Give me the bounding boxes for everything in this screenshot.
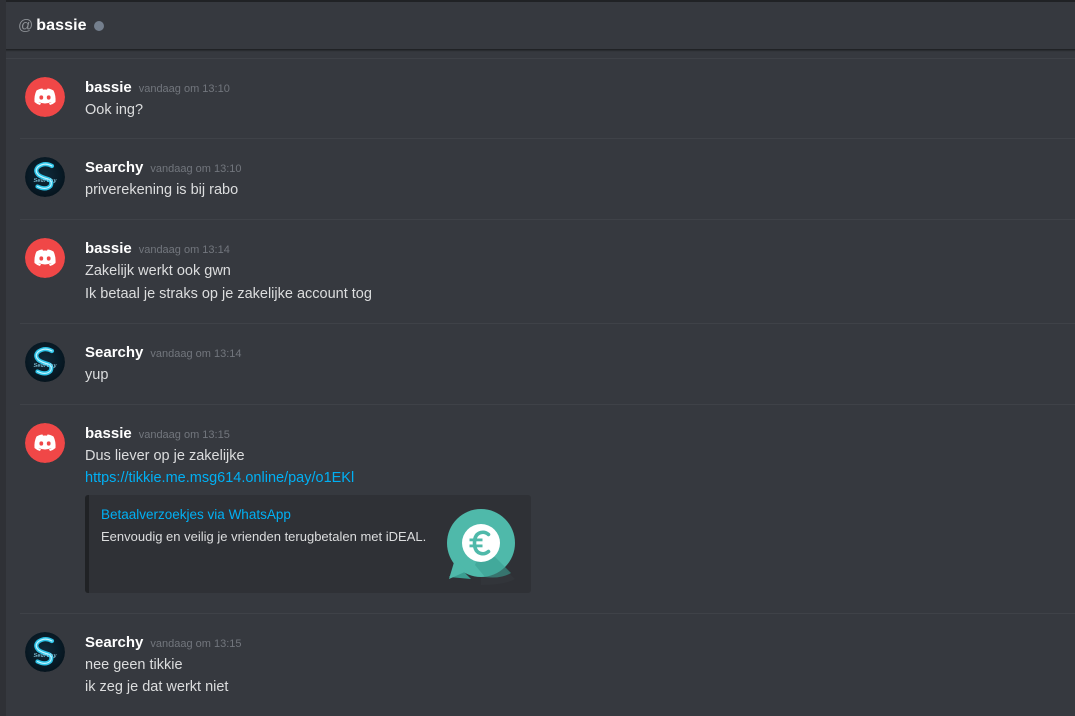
message-header: Searchy vandaag om 13:15 xyxy=(85,634,242,651)
message-text: yup xyxy=(85,367,109,383)
message-timestamp: vandaag om 13:15 xyxy=(138,429,230,441)
channel-header: @ bassie xyxy=(6,2,1075,50)
embed-title-link[interactable]: Betaalverzoekjes via WhatsApp xyxy=(101,507,291,522)
message-text: nee geen tikkie xyxy=(85,657,183,673)
link-embed: Betaalverzoekjes via WhatsApp Eenvoudig … xyxy=(85,495,531,593)
dm-recipient-name[interactable]: bassie xyxy=(36,17,86,35)
message-group: Searchy Searchy vandaag om 13:15 nee gee… xyxy=(6,614,1075,716)
message-header: bassie vandaag om 13:10 xyxy=(85,79,230,96)
tikkie-euro-bubble-icon[interactable] xyxy=(441,507,521,587)
message-timestamp: vandaag om 13:14 xyxy=(150,348,242,360)
message-text: Dus liever op je zakelijke xyxy=(85,448,245,464)
message-header: Searchy vandaag om 13:14 xyxy=(85,344,242,361)
author-name[interactable]: Searchy xyxy=(85,634,143,651)
author-name[interactable]: bassie xyxy=(85,240,132,257)
message-text: ik zeg je dat werkt niet xyxy=(85,679,229,695)
message-timestamp: vandaag om 13:10 xyxy=(138,83,230,95)
message-link[interactable]: https://tikkie.me.msg614.online/pay/o1EK… xyxy=(85,469,354,487)
discord-logo-icon[interactable] xyxy=(25,423,65,463)
svg-text:Searchy: Searchy xyxy=(34,178,58,184)
message-timestamp: vandaag om 13:14 xyxy=(138,244,230,256)
embed-description: Eenvoudig en veilig je vrienden terugbet… xyxy=(101,529,427,544)
message-group: bassie vandaag om 13:14 Zakelijk werkt o… xyxy=(6,220,1075,323)
message-group: bassie vandaag om 13:10 Ook ing? xyxy=(6,59,1075,139)
svg-text:Searchy: Searchy xyxy=(34,363,58,369)
searchy-s-logo-icon[interactable]: Searchy xyxy=(25,342,65,382)
message-list[interactable]: bassie vandaag om 13:10 Ook ing? Searchy… xyxy=(6,58,1075,716)
message-timestamp: vandaag om 13:10 xyxy=(150,163,242,175)
message-group: bassie vandaag om 13:15 Dus liever op je… xyxy=(6,405,1075,613)
message-header: bassie vandaag om 13:15 xyxy=(85,425,230,442)
at-icon: @ xyxy=(18,17,34,34)
searchy-s-logo-icon[interactable]: Searchy xyxy=(25,157,65,197)
author-name[interactable]: bassie xyxy=(85,425,132,442)
message-group: Searchy Searchy vandaag om 13:14 yup xyxy=(6,324,1075,404)
discord-logo-icon[interactable] xyxy=(25,238,65,278)
message-group: Searchy Searchy vandaag om 13:10 privere… xyxy=(6,139,1075,220)
status-offline-icon xyxy=(93,21,104,31)
discord-logo-icon[interactable] xyxy=(25,77,65,117)
message-header: bassie vandaag om 13:14 xyxy=(85,240,230,257)
dm-chat-window: @ bassie bassie vandaag om 13:10 Ook ing… xyxy=(0,0,1075,716)
searchy-s-logo-icon[interactable]: Searchy xyxy=(25,632,65,672)
svg-text:Searchy: Searchy xyxy=(34,653,58,659)
message-text: Ook ing? xyxy=(85,102,144,118)
message-text: priverekening is bij rabo xyxy=(85,182,239,198)
message-timestamp: vandaag om 13:15 xyxy=(150,638,242,650)
message-text: Ik betaal je straks op je zakelijke acco… xyxy=(85,286,372,302)
message-text: Zakelijk werkt ook gwn xyxy=(85,263,231,279)
message-header: Searchy vandaag om 13:10 xyxy=(85,159,242,176)
author-name[interactable]: Searchy xyxy=(85,159,143,176)
author-name[interactable]: Searchy xyxy=(85,344,143,361)
author-name[interactable]: bassie xyxy=(85,79,132,96)
